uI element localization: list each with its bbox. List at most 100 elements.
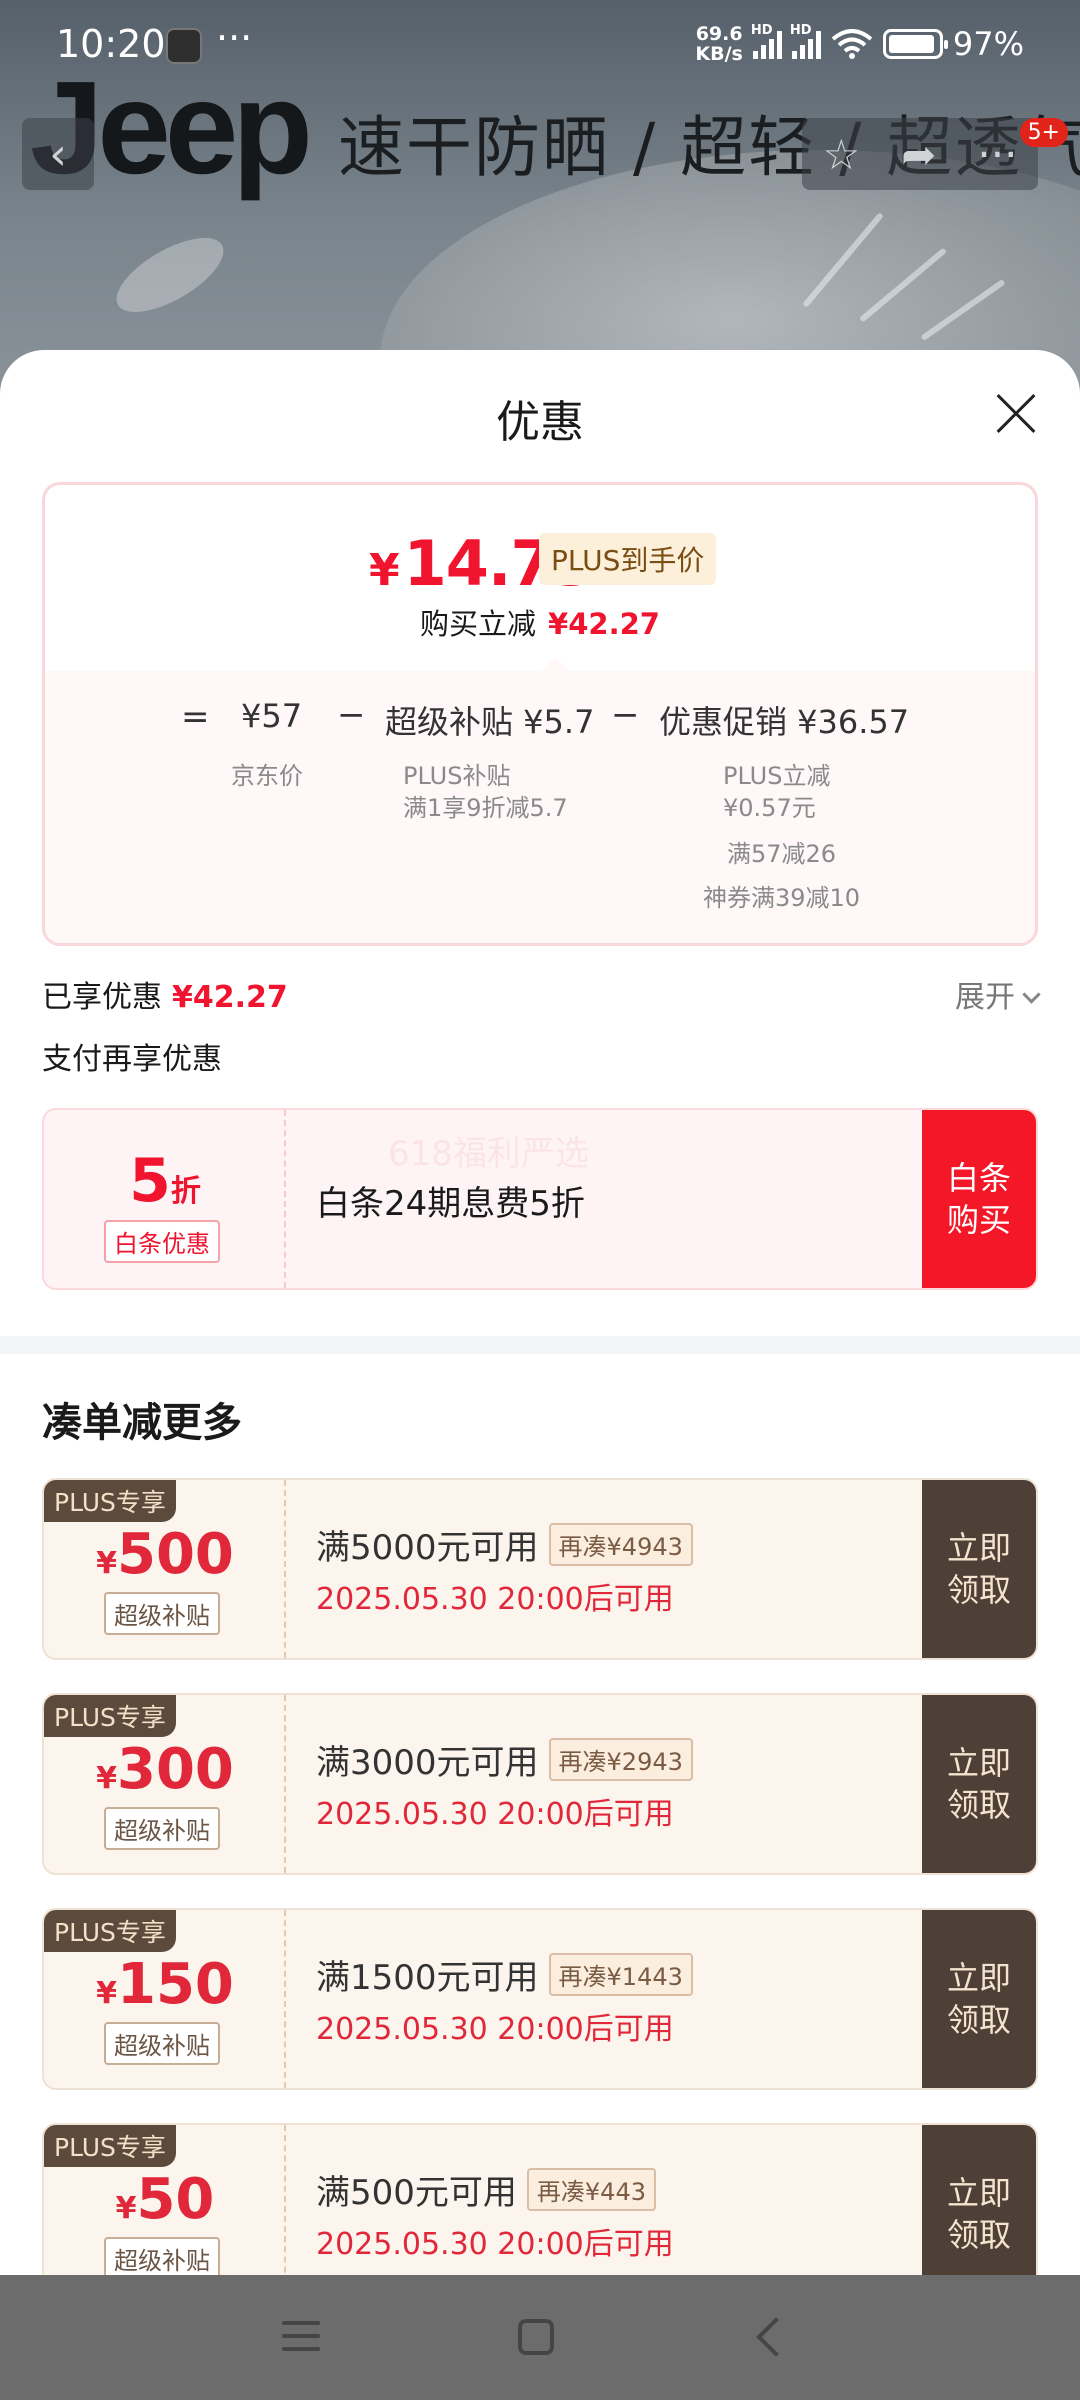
watermark-text: 618福利严选 [388,1134,589,1174]
coupon-card: PLUS专享 ¥50 超级补贴 满500元可用 再凑¥443 2025.05.30… [42,2123,1038,2275]
jd-price: ¥57 [241,697,303,735]
coupon-currency: ¥ [115,2191,137,2226]
recent-apps-icon[interactable] [282,2321,320,2360]
coupon-condition-text: 满1500元可用 [316,1958,539,1998]
coupon-amount-value: 50 [136,2167,215,2232]
plus-exclusive-badge: PLUS专享 [44,1910,176,1952]
section-divider [0,1336,1080,1354]
subsidy-detail: 满1享9折减5.7 [403,794,568,822]
enjoyed-discount: 已享优惠 ¥42.27 [42,972,288,1016]
network-speed-unit: KB/s [695,43,743,65]
instant-discount: 购买立减 ¥42.27 [45,601,1035,643]
back-button[interactable]: ‹ [22,118,94,190]
battery-icon [882,29,948,59]
claim-coupon-button[interactable]: 立即领取 [922,1480,1036,1658]
promotion-detail: ¥0.57元 [723,794,816,822]
coupon-condition-text: 满5000元可用 [316,1528,539,1568]
jd-price-label: 京东价 [231,762,303,790]
baitiao-buy-button[interactable]: 白条购买 [922,1110,1036,1288]
coupon-valid-time: 2025.05.30 20:00后可用 [316,1797,674,1832]
network-speed-value: 69.6 [695,23,743,45]
coupon-amount-value: 500 [116,1522,234,1587]
pay-discount-title: 支付再享优惠 [42,1042,222,1077]
instant-discount-amount: ¥42.27 [548,607,660,641]
baitiao-discount-unit: 折 [170,1174,201,1209]
coupon-amount: ¥300 [44,1737,286,1802]
claim-coupon-button[interactable]: 立即领取 [922,1910,1036,2088]
system-back-icon[interactable] [756,2317,796,2357]
coupon-currency: ¥ [96,1761,117,1796]
plus-exclusive-badge: PLUS专享 [44,1480,176,1522]
plus-exclusive-badge: PLUS专享 [44,2125,176,2167]
coupon-card: PLUS专享 ¥500 超级补贴 满5000元可用 再凑¥4943 2025.05… [42,1478,1038,1660]
coupon-currency: ¥ [96,1976,117,2011]
baitiao-offer-card: 5折 白条优惠 618福利严选 白条24期息费5折 白条购买 [42,1108,1038,1290]
expand-button[interactable]: 展开 [955,972,1041,1016]
promotion-detail: 神券满39减10 [703,884,861,912]
coupon-amount: ¥500 [44,1522,286,1587]
share-icon[interactable]: ➦ [901,130,936,179]
close-icon[interactable] [994,392,1038,436]
super-subsidy: 超级补贴 ¥5.7 [385,703,595,741]
back-icon: ‹ [49,128,67,180]
plus-exclusive-badge: PLUS专享 [44,1695,176,1737]
claim-coupon-label: 立即领取 [946,1529,1011,1609]
coupon-card: PLUS专享 ¥150 超级补贴 满1500元可用 再凑¥1443 2025.05… [42,1908,1038,2090]
coupon-type-tag: 超级补贴 [104,2237,220,2275]
baitiao-discount-value: 5折 [44,1146,286,1216]
coupon-remaining: 再凑¥2943 [548,1738,693,1781]
star-icon[interactable]: ☆ [823,130,861,179]
cart-badge: 5+ [1019,118,1068,147]
minus-sign: − [337,695,366,735]
enjoyed-amount: ¥42.27 [172,980,288,1015]
enjoyed-label: 已享优惠 [42,980,162,1015]
coupon-condition: 满1500元可用 再凑¥1443 [316,1950,693,1999]
battery-percent: 97% [952,25,1024,63]
equals-sign: = [181,697,210,737]
coupon-type-tag: 超级补贴 [104,1807,220,1850]
expand-label: 展开 [955,980,1015,1015]
baitiao-buy-label: 白条购买 [946,1159,1011,1239]
wifi-icon [831,29,873,59]
more-icon[interactable]: ··· [977,130,1017,179]
coupon-remaining: 再凑¥1443 [548,1953,693,1996]
status-time: 10:20 [56,22,166,66]
hd-label: HD [750,23,773,38]
signal-icon: HD [790,23,821,59]
coupon-condition-text: 满3000元可用 [316,1743,539,1783]
price-formula: = ¥57 京东价 − 超级补贴 ¥5.7 PLUS补贴 满1享9折减5.7 −… [45,671,1035,943]
home-icon[interactable] [518,2319,554,2355]
chevron-down-icon [1022,985,1041,1004]
baitiao-tag: 白条优惠 [104,1220,220,1263]
coupon-remaining: 再凑¥443 [526,2168,656,2211]
discount-sheet: 优惠 ¥ 14.73 PLUS到手价 购买立减 ¥42.27 = ¥57 京东价 … [0,350,1080,2275]
coupon-condition: 满3000元可用 再凑¥2943 [316,1735,693,1784]
promotion-amount: 优惠促销 ¥36.57 [659,703,910,741]
claim-coupon-button[interactable]: 立即领取 [922,2125,1036,2275]
minus-sign: − [611,695,640,735]
status-bar: 10:20 ··· 69.6 KB/s HD HD 97% [0,0,1080,90]
coupon-currency: ¥ [96,1546,117,1581]
coupon-card: PLUS专享 ¥300 超级补贴 满3000元可用 再凑¥2943 2025.05… [42,1693,1038,1875]
header-actions: ☆ ➦ ··· [802,118,1038,190]
coupon-condition-text: 满500元可用 [316,2173,517,2213]
signal-icon: HD [751,23,782,59]
section-title: 凑单减更多 [42,1400,242,1446]
promotion-detail: PLUS立减 [723,762,831,790]
coupon-remaining: 再凑¥4943 [548,1523,693,1566]
coupon-type-tag: 超级补贴 [104,1592,220,1635]
subsidy-detail: PLUS补贴 [403,762,511,790]
coupon-amount-value: 150 [116,1952,234,2017]
coupon-amount: ¥150 [44,1952,286,2017]
baitiao-discount-number: 5 [129,1146,171,1216]
claim-coupon-label: 立即领取 [946,1744,1011,1824]
claim-coupon-button[interactable]: 立即领取 [922,1695,1036,1873]
coupon-valid-time: 2025.05.30 20:00后可用 [316,1582,674,1617]
feather-decoration [105,223,235,327]
hd-label: HD [789,23,812,38]
instant-discount-label: 购买立减 [420,607,537,641]
sheet-title: 优惠 [496,397,584,448]
coupon-valid-time: 2025.05.30 20:00后可用 [316,2012,674,2047]
coupon-valid-time: 2025.05.30 20:00后可用 [316,2227,674,2262]
more-notifications-icon: ··· [216,16,253,60]
